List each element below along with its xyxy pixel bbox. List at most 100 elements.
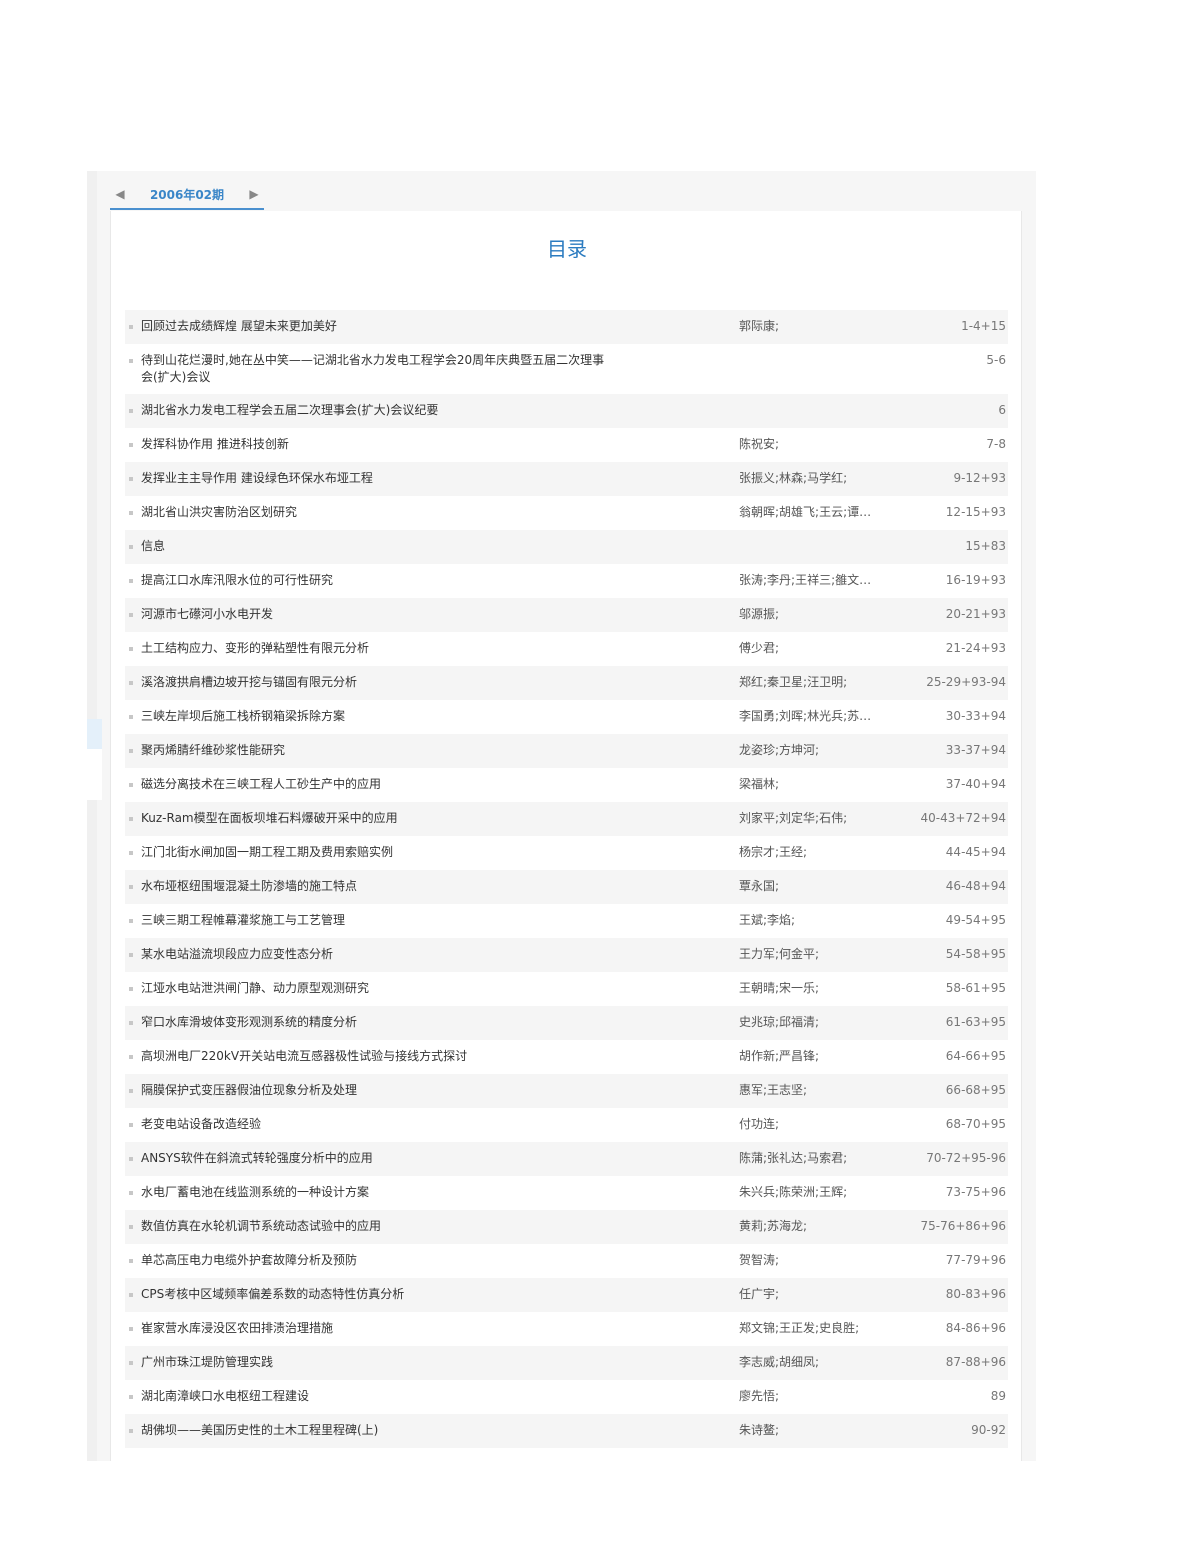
article-pages: 73-75+96 bbox=[945, 1185, 1006, 1199]
toc-row[interactable]: 三峡左岸坝后施工栈桥钢箱梁拆除方案 李国勇;刘晖;林光兵;苏… 30-33+94 bbox=[125, 700, 1008, 734]
toc-row[interactable]: 单芯高压电力电缆外护套故障分析及预防 贺智涛; 77-79+96 bbox=[125, 1244, 1008, 1278]
article-title-link[interactable]: 磁选分离技术在三峡工程人工砂生产中的应用 bbox=[141, 776, 609, 793]
article-title-link[interactable]: 江垭水电站泄洪闸门静、动力原型观测研究 bbox=[141, 980, 609, 997]
toc-row[interactable]: 数值仿真在水轮机调节系统动态试验中的应用 黄莉;苏海龙; 75-76+86+96 bbox=[125, 1210, 1008, 1244]
bullet-icon bbox=[129, 1429, 133, 1433]
article-title-link[interactable]: 湖北省水力发电工程学会五届二次理事会(扩大)会议纪要 bbox=[141, 402, 609, 419]
issue-tab[interactable]: 2006年02期 bbox=[150, 186, 224, 203]
bullet-icon bbox=[129, 919, 133, 923]
article-title-link[interactable]: 窄口水库滑坡体变形观测系统的精度分析 bbox=[141, 1014, 609, 1031]
toc-row[interactable]: 湖北省山洪灾害防治区划研究 翁朝晖;胡雄飞;王云;谭… 12-15+93 bbox=[125, 496, 1008, 530]
bullet-icon bbox=[129, 325, 133, 329]
article-title-link[interactable]: 高坝洲电厂220kV开关站电流互感器极性试验与接线方式探讨 bbox=[141, 1048, 609, 1065]
article-title-link[interactable]: 湖北省山洪灾害防治区划研究 bbox=[141, 504, 609, 521]
article-title-link[interactable]: 待到山花烂漫时,她在丛中笑——记湖北省水力发电工程学会20周年庆典暨五届二次理事… bbox=[141, 352, 609, 386]
bullet-icon bbox=[129, 1293, 133, 1297]
toc-row[interactable]: 隔膜保护式变压器假油位现象分析及处理 惠军;王志坚; 66-68+95 bbox=[125, 1074, 1008, 1108]
toc-row[interactable]: 信息 15+83 bbox=[125, 530, 1008, 564]
article-authors: 龙姿珍;方坤河; bbox=[739, 743, 820, 757]
article-title-link[interactable]: 数值仿真在水轮机调节系统动态试验中的应用 bbox=[141, 1218, 609, 1235]
article-title-link[interactable]: 老变电站设备改造经验 bbox=[141, 1116, 609, 1133]
article-title-link[interactable]: 三峡左岸坝后施工栈桥钢箱梁拆除方案 bbox=[141, 708, 609, 725]
toc-row[interactable]: 水电厂蓄电池在线监测系统的一种设计方案 朱兴兵;陈荣洲;王辉; 73-75+96 bbox=[125, 1176, 1008, 1210]
article-title-link[interactable]: 江门北街水闸加固一期工程工期及费用索赔实例 bbox=[141, 844, 609, 861]
toc-row[interactable]: 江门北街水闸加固一期工程工期及费用索赔实例 杨宗才;王经; 44-45+94 bbox=[125, 836, 1008, 870]
toc-row[interactable]: 某水电站溢流坝段应力应变性态分析 王力军;何金平; 54-58+95 bbox=[125, 938, 1008, 972]
article-authors: 朱诗鳌; bbox=[739, 1423, 780, 1437]
toc-row[interactable]: Kuz-Ram模型在面板坝堆石料爆破开采中的应用 刘家平;刘定华;石伟; 40-… bbox=[125, 802, 1008, 836]
toc-row[interactable]: 发挥业主主导作用 建设绿色环保水布垭工程 张振义;林森;马学红; 9-12+93 bbox=[125, 462, 1008, 496]
article-title-link[interactable]: 土工结构应力、变形的弹粘塑性有限元分析 bbox=[141, 640, 609, 657]
bullet-icon bbox=[129, 817, 133, 821]
article-pages: 40-43+72+94 bbox=[920, 811, 1006, 825]
previous-issue-icon[interactable]: ◀ bbox=[110, 187, 130, 201]
article-pages: 49-54+95 bbox=[945, 913, 1006, 927]
toc-row[interactable]: 回顾过去成绩辉煌 展望未来更加美好 郭际康; 1-4+15 bbox=[125, 310, 1008, 344]
next-issue-icon[interactable]: ▶ bbox=[244, 187, 264, 201]
article-title-link[interactable]: 胡佛坝——美国历史性的土木工程里程碑(上) bbox=[141, 1422, 609, 1439]
toc-row[interactable]: 广州市珠江堤防管理实践 李志威;胡细凤; 87-88+96 bbox=[125, 1346, 1008, 1380]
article-title-link[interactable]: CPS考核中区域频率偏差系数的动态特性仿真分析 bbox=[141, 1286, 609, 1303]
article-authors: 黄莉;苏海龙; bbox=[739, 1219, 808, 1233]
article-pages: 77-79+96 bbox=[945, 1253, 1006, 1267]
toc-row[interactable]: 江垭水电站泄洪闸门静、动力原型观测研究 王朝晴;宋一乐; 58-61+95 bbox=[125, 972, 1008, 1006]
article-title-link[interactable]: 水电厂蓄电池在线监测系统的一种设计方案 bbox=[141, 1184, 609, 1201]
toc-row[interactable]: 溪洛渡拱肩槽边坡开挖与锚固有限元分析 郑红;秦卫星;汪卫明; 25-29+93-… bbox=[125, 666, 1008, 700]
article-pages: 37-40+94 bbox=[945, 777, 1006, 791]
article-title-link[interactable]: 发挥科协作用 推进科技创新 bbox=[141, 436, 609, 453]
article-title-link[interactable]: ANSYS软件在斜流式转轮强度分析中的应用 bbox=[141, 1150, 609, 1167]
toc-row[interactable]: 胡佛坝——美国历史性的土木工程里程碑(上) 朱诗鳌; 90-92 bbox=[125, 1414, 1008, 1448]
article-title-link[interactable]: 崔家营水库浸没区农田排渍治理措施 bbox=[141, 1320, 609, 1337]
toc-row[interactable]: 水布垭枢纽围堰混凝土防渗墙的施工特点 覃永国; 46-48+94 bbox=[125, 870, 1008, 904]
bullet-icon bbox=[129, 885, 133, 889]
article-authors: 李国勇;刘晖;林光兵;苏… bbox=[739, 709, 872, 723]
toc-row[interactable]: ANSYS软件在斜流式转轮强度分析中的应用 陈蒲;张礼达;马索君; 70-72+… bbox=[125, 1142, 1008, 1176]
article-pages: 68-70+95 bbox=[945, 1117, 1006, 1131]
bullet-icon bbox=[129, 681, 133, 685]
toc-row[interactable]: CPS考核中区域频率偏差系数的动态特性仿真分析 任广宇; 80-83+96 bbox=[125, 1278, 1008, 1312]
article-title-link[interactable]: 信息 bbox=[141, 538, 609, 555]
article-title-link[interactable]: 溪洛渡拱肩槽边坡开挖与锚固有限元分析 bbox=[141, 674, 609, 691]
bullet-icon bbox=[129, 1055, 133, 1059]
article-pages: 66-68+95 bbox=[945, 1083, 1006, 1097]
article-authors: 杨宗才;王经; bbox=[739, 845, 808, 859]
toc-row[interactable]: 待到山花烂漫时,她在丛中笑——记湖北省水力发电工程学会20周年庆典暨五届二次理事… bbox=[125, 344, 1008, 394]
toc-row[interactable]: 湖北省水力发电工程学会五届二次理事会(扩大)会议纪要 6 bbox=[125, 394, 1008, 428]
article-title-link[interactable]: 回顾过去成绩辉煌 展望未来更加美好 bbox=[141, 318, 609, 335]
bullet-icon bbox=[129, 783, 133, 787]
article-authors: 王斌;李焰; bbox=[739, 913, 796, 927]
toc-row[interactable]: 三峡三期工程帷幕灌浆施工与工艺管理 王斌;李焰; 49-54+95 bbox=[125, 904, 1008, 938]
article-pages: 89 bbox=[990, 1389, 1006, 1403]
toc-row[interactable]: 崔家营水库浸没区农田排渍治理措施 郑文锦;王正发;史良胜; 84-86+96 bbox=[125, 1312, 1008, 1346]
toc-row[interactable]: 高坝洲电厂220kV开关站电流互感器极性试验与接线方式探讨 胡作新;严昌锋; 6… bbox=[125, 1040, 1008, 1074]
article-title-link[interactable]: 发挥业主主导作用 建设绿色环保水布垭工程 bbox=[141, 470, 609, 487]
toc-row[interactable]: 窄口水库滑坡体变形观测系统的精度分析 史兆琼;邱福清; 61-63+95 bbox=[125, 1006, 1008, 1040]
article-pages: 25-29+93-94 bbox=[926, 675, 1006, 689]
bullet-icon bbox=[129, 1361, 133, 1365]
toc-row[interactable]: 聚丙烯腈纤维砂浆性能研究 龙姿珍;方坤河; 33-37+94 bbox=[125, 734, 1008, 768]
article-authors: 李志威;胡细凤; bbox=[739, 1355, 820, 1369]
toc-panel: 目录 回顾过去成绩辉煌 展望未来更加美好 郭际康; 1-4+15 待到山花烂漫时… bbox=[110, 211, 1022, 1461]
article-title-link[interactable]: 单芯高压电力电缆外护套故障分析及预防 bbox=[141, 1252, 609, 1269]
toc-row[interactable]: 河源市七礤河小水电开发 邬源振; 20-21+93 bbox=[125, 598, 1008, 632]
bullet-icon bbox=[129, 1225, 133, 1229]
article-title-link[interactable]: Kuz-Ram模型在面板坝堆石料爆破开采中的应用 bbox=[141, 810, 609, 827]
toc-row[interactable]: 发挥科协作用 推进科技创新 陈祝安; 7-8 bbox=[125, 428, 1008, 462]
article-title-link[interactable]: 湖北南漳峡口水电枢纽工程建设 bbox=[141, 1388, 609, 1405]
article-title-link[interactable]: 提高江口水库汛限水位的可行性研究 bbox=[141, 572, 609, 589]
toc-row[interactable]: 磁选分离技术在三峡工程人工砂生产中的应用 梁福林; 37-40+94 bbox=[125, 768, 1008, 802]
toc-row[interactable]: 湖北南漳峡口水电枢纽工程建设 廖先悟; 89 bbox=[125, 1380, 1008, 1414]
article-title-link[interactable]: 广州市珠江堤防管理实践 bbox=[141, 1354, 609, 1371]
article-title-link[interactable]: 河源市七礤河小水电开发 bbox=[141, 606, 609, 623]
toc-row[interactable]: 老变电站设备改造经验 付功连; 68-70+95 bbox=[125, 1108, 1008, 1142]
article-authors: 郑文锦;王正发;史良胜; bbox=[739, 1321, 860, 1335]
article-title-link[interactable]: 水布垭枢纽围堰混凝土防渗墙的施工特点 bbox=[141, 878, 609, 895]
toc-row[interactable]: 提高江口水库汛限水位的可行性研究 张涛;李丹;王祥三;雒文… 16-19+93 bbox=[125, 564, 1008, 598]
article-pages: 80-83+96 bbox=[945, 1287, 1006, 1301]
article-pages: 54-58+95 bbox=[945, 947, 1006, 961]
toc-row[interactable]: 土工结构应力、变形的弹粘塑性有限元分析 傅少君; 21-24+93 bbox=[125, 632, 1008, 666]
article-title-link[interactable]: 三峡三期工程帷幕灌浆施工与工艺管理 bbox=[141, 912, 609, 929]
article-title-link[interactable]: 聚丙烯腈纤维砂浆性能研究 bbox=[141, 742, 609, 759]
article-title-link[interactable]: 某水电站溢流坝段应力应变性态分析 bbox=[141, 946, 609, 963]
article-title-link[interactable]: 隔膜保护式变压器假油位现象分析及处理 bbox=[141, 1082, 609, 1099]
